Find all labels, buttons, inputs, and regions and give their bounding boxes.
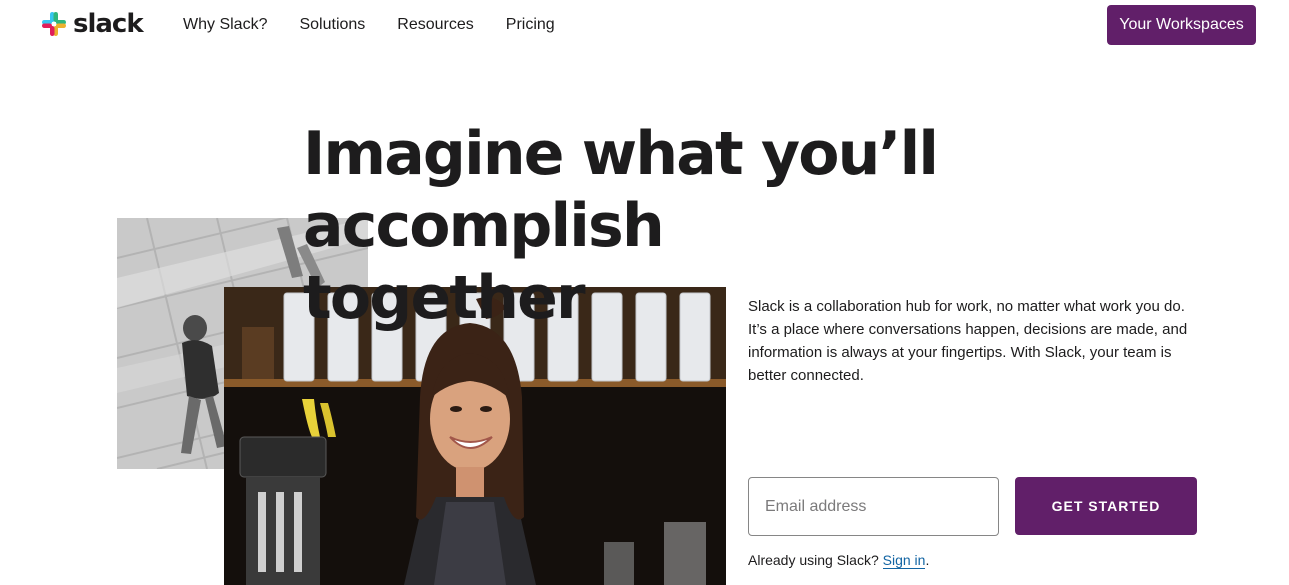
hero-title-line-2: accomplish together xyxy=(303,191,665,333)
main-nav: Why Slack? Solutions Resources Pricing xyxy=(183,15,587,35)
signin-suffix: . xyxy=(925,552,930,568)
hero-title-line-1: Imagine what you’ll xyxy=(303,119,939,189)
hero-title: Imagine what you’ll accomplish together xyxy=(303,118,943,334)
logo-wordmark: slack xyxy=(73,9,144,39)
nav-pricing[interactable]: Pricing xyxy=(506,15,555,35)
slack-logo[interactable]: slack xyxy=(41,9,144,39)
get-started-button[interactable]: GET STARTED xyxy=(1015,477,1197,535)
nav-resources[interactable]: Resources xyxy=(397,15,473,35)
your-workspaces-button[interactable]: Your Workspaces xyxy=(1107,5,1256,45)
signin-prefix: Already using Slack? xyxy=(748,552,879,568)
signin-prompt: Already using Slack? Sign in. xyxy=(748,551,929,569)
email-input[interactable] xyxy=(748,477,999,536)
nav-solutions[interactable]: Solutions xyxy=(299,15,365,35)
signin-link[interactable]: Sign in xyxy=(882,552,926,569)
nav-why-slack[interactable]: Why Slack? xyxy=(183,15,267,35)
slack-logo-icon xyxy=(42,12,66,36)
